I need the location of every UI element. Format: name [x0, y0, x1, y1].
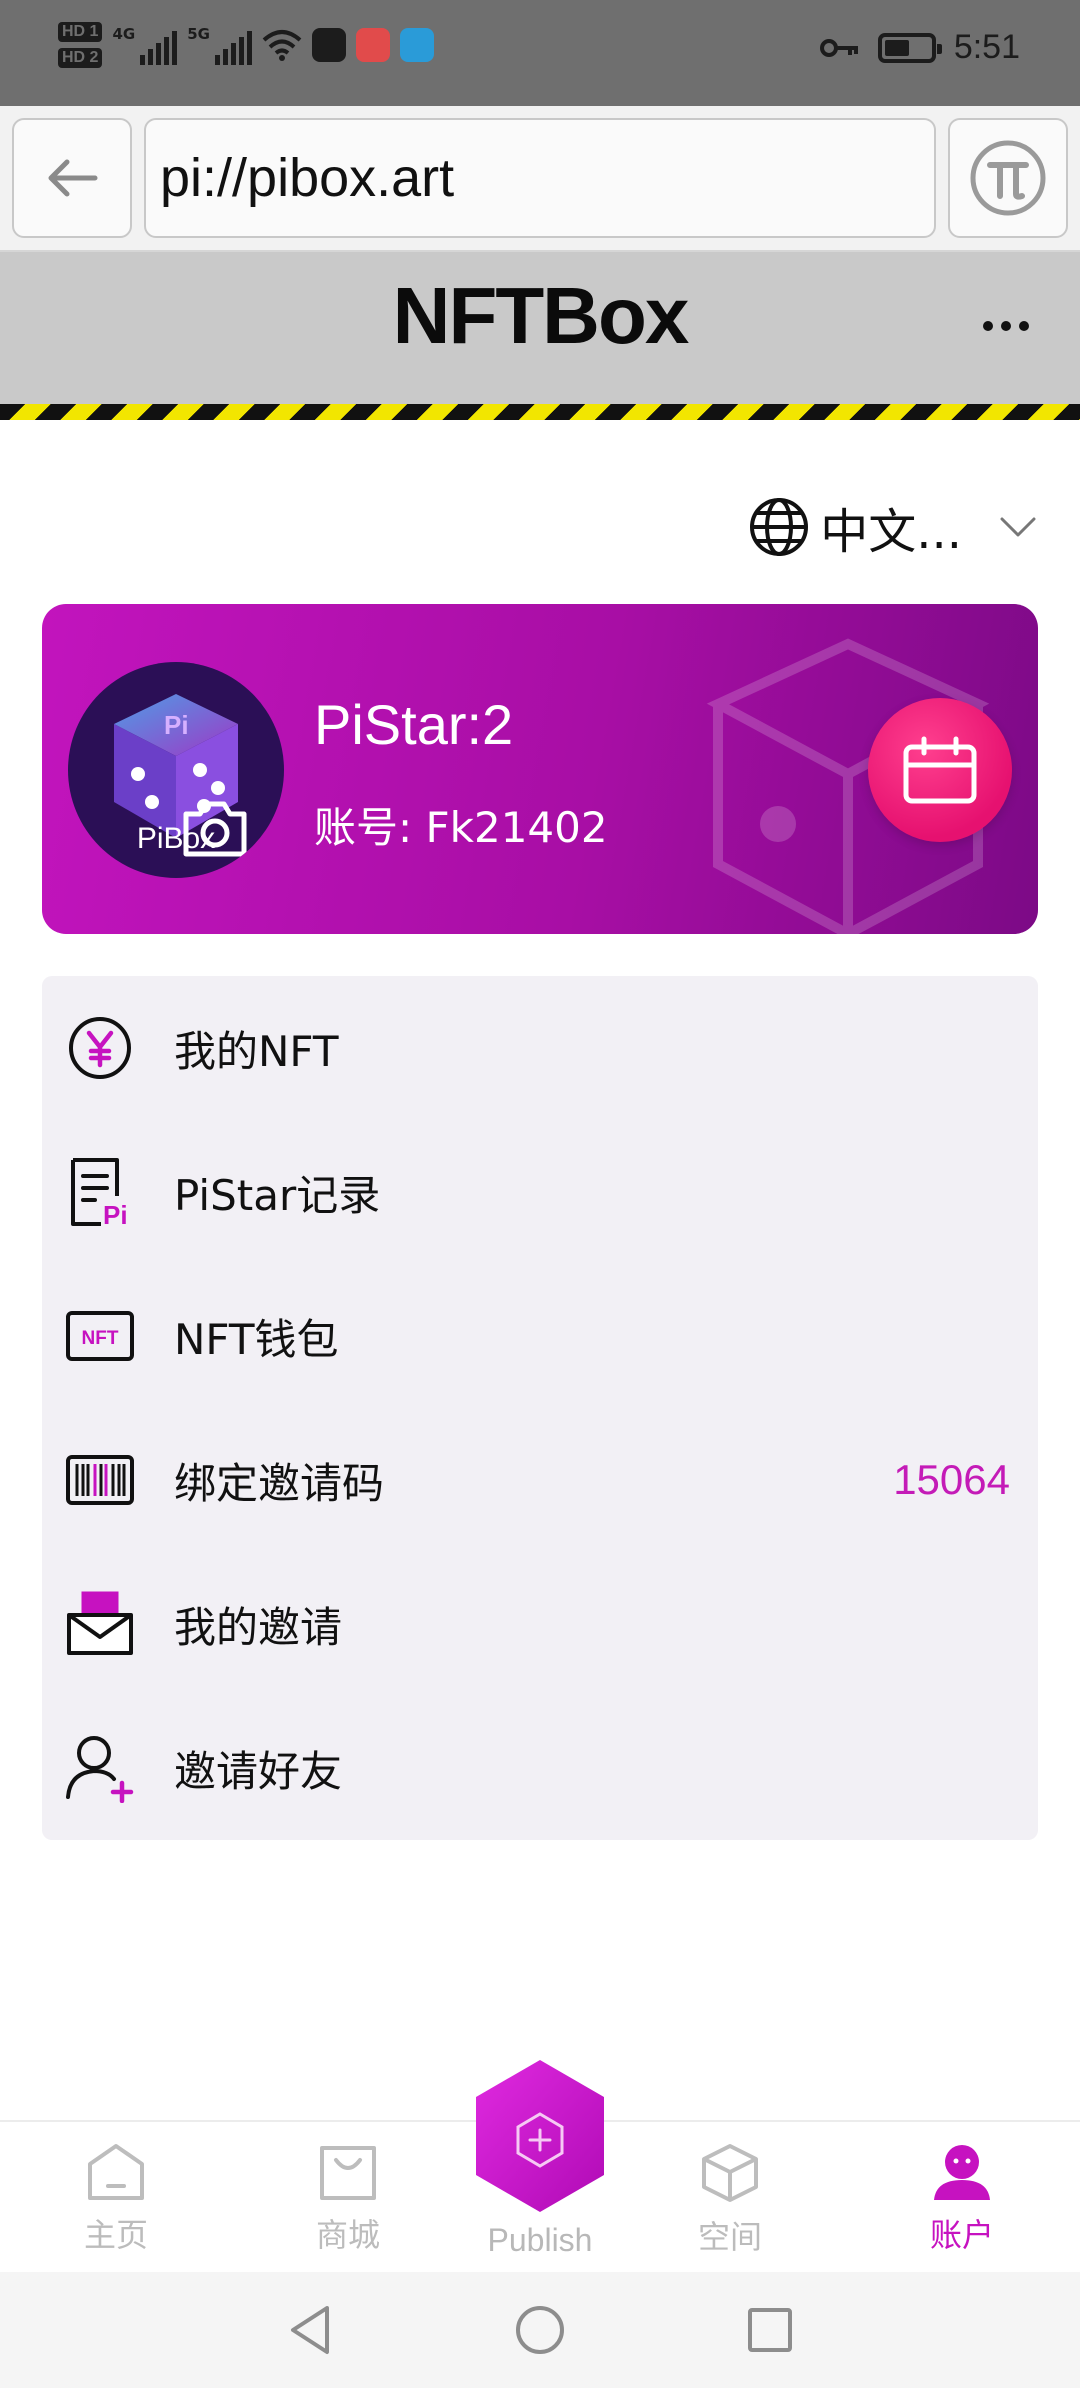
account-menu: 我的NFT Pi PiStar记录 NFT NFT钱包 绑定邀请码 15064 …: [42, 976, 1038, 1840]
menu-item-invite-friends[interactable]: 邀请好友: [42, 1696, 1038, 1840]
cube-icon: [702, 2144, 758, 2202]
menu-label: 我的NFT: [174, 1026, 339, 1076]
menu-item-bind-invite-code[interactable]: 绑定邀请码 15064: [42, 1408, 1038, 1552]
nav-space[interactable]: 空间: [650, 2142, 810, 2272]
battery-icon: [877, 32, 942, 63]
nav-account-label: 账户: [929, 2216, 994, 2254]
pi-browser-button[interactable]: [948, 118, 1068, 238]
app-header: NFTBox: [0, 252, 1080, 404]
system-recents-button[interactable]: [740, 2300, 800, 2360]
hd-indicators: HD 1 HD 2: [58, 22, 103, 68]
profile-card: Pi PiBox PiStar:2 账号: Fk21402: [42, 604, 1038, 934]
pi-logo-icon: [970, 140, 1046, 216]
nav-home[interactable]: 主页: [36, 2142, 196, 2272]
nft-wallet-icon: NFT: [64, 1300, 136, 1372]
svg-text:Pi: Pi: [103, 1200, 128, 1228]
signal-4g-icon: 4G: [112, 25, 178, 65]
menu-label: 绑定邀请码: [174, 1458, 385, 1508]
system-back-button[interactable]: [280, 2300, 340, 2360]
nav-shop[interactable]: 商城: [268, 2142, 428, 2272]
svg-text:Pi: Pi: [164, 710, 189, 740]
square-recents-icon: [748, 2308, 792, 2352]
app-notification-icon: [311, 28, 346, 62]
avatar-text: PiBox: [136, 822, 216, 855]
check-in-calendar-button[interactable]: [868, 698, 1012, 842]
wifi-icon: [262, 30, 302, 61]
pistar-balance: PiStar:2: [314, 693, 514, 756]
pi-document-icon: Pi: [64, 1156, 136, 1228]
menu-label: NFT钱包: [174, 1314, 339, 1364]
status-bar: HD 1 HD 2 4G 5G 5:51: [0, 0, 1080, 106]
key-icon: [819, 38, 858, 57]
nav-home-label: 主页: [83, 2216, 148, 2254]
svg-text:NFT: NFT: [82, 1328, 119, 1349]
nav-space-label: 空间: [697, 2218, 762, 2256]
menu-item-pistar-records[interactable]: Pi PiStar记录: [42, 1120, 1038, 1264]
hazard-stripe: [0, 404, 1080, 420]
more-dot-icon: [1019, 321, 1029, 331]
nav-account[interactable]: 账户: [882, 2142, 1042, 2272]
reader-app-icon: [355, 28, 390, 62]
language-selector[interactable]: 中文...: [748, 492, 1038, 562]
triangle-back-icon: [291, 2306, 329, 2354]
menu-item-nft-wallet[interactable]: NFT NFT钱包: [42, 1264, 1038, 1408]
more-menu-button[interactable]: [970, 306, 1042, 346]
url-input[interactable]: pi://pibox.art: [144, 118, 936, 238]
page-title: NFTBox: [392, 271, 690, 360]
language-label: 中文...: [820, 504, 962, 560]
more-dot-icon: [983, 321, 993, 331]
calendar-icon: [903, 736, 977, 804]
avatar[interactable]: Pi PiBox: [68, 662, 284, 878]
chevron-down-icon: [1000, 517, 1036, 537]
globe-icon: [750, 498, 809, 556]
circle-home-icon: [516, 2306, 564, 2354]
camera-icon[interactable]: [180, 800, 250, 858]
system-home-button[interactable]: [510, 2300, 570, 2360]
more-dot-icon: [1001, 321, 1011, 331]
signal-5g-icon: 5G: [187, 25, 252, 65]
browser-url-bar: pi://pibox.art: [0, 106, 1080, 252]
chat-app-icon: [399, 28, 434, 62]
status-right: 5:51: [819, 28, 1020, 67]
menu-label: PiStar记录: [174, 1170, 381, 1220]
add-friend-icon: [64, 1732, 136, 1804]
yen-coin-icon: [64, 1012, 136, 1084]
publish-label: Publish: [487, 2222, 593, 2258]
shopping-bag-icon: [320, 2146, 376, 2200]
invite-code-value: 15064: [893, 1456, 1010, 1503]
menu-label: 邀请好友: [174, 1746, 343, 1796]
hd2-badge: HD 2: [58, 48, 103, 68]
home-icon: [88, 2144, 144, 2200]
publish-button[interactable]: [470, 2056, 610, 2216]
back-button[interactable]: [12, 118, 132, 238]
system-nav-bar: [0, 2272, 1080, 2388]
menu-item-my-invitations[interactable]: 我的邀请: [42, 1552, 1038, 1696]
user-avatar-icon: [934, 2145, 990, 2200]
status-left: HD 1 HD 2 4G 5G: [58, 22, 434, 68]
barcode-icon: [64, 1444, 136, 1516]
account-id: 账号: Fk21402: [314, 803, 608, 852]
clock: 5:51: [953, 28, 1020, 66]
nav-shop-label: 商城: [315, 2216, 380, 2254]
arrow-left-icon: [48, 159, 98, 197]
hd1-badge: HD 1: [58, 22, 103, 42]
menu-label: 我的邀请: [174, 1602, 343, 1652]
menu-item-my-nft[interactable]: 我的NFT: [42, 976, 1038, 1120]
invite-envelope-icon: [64, 1588, 136, 1660]
